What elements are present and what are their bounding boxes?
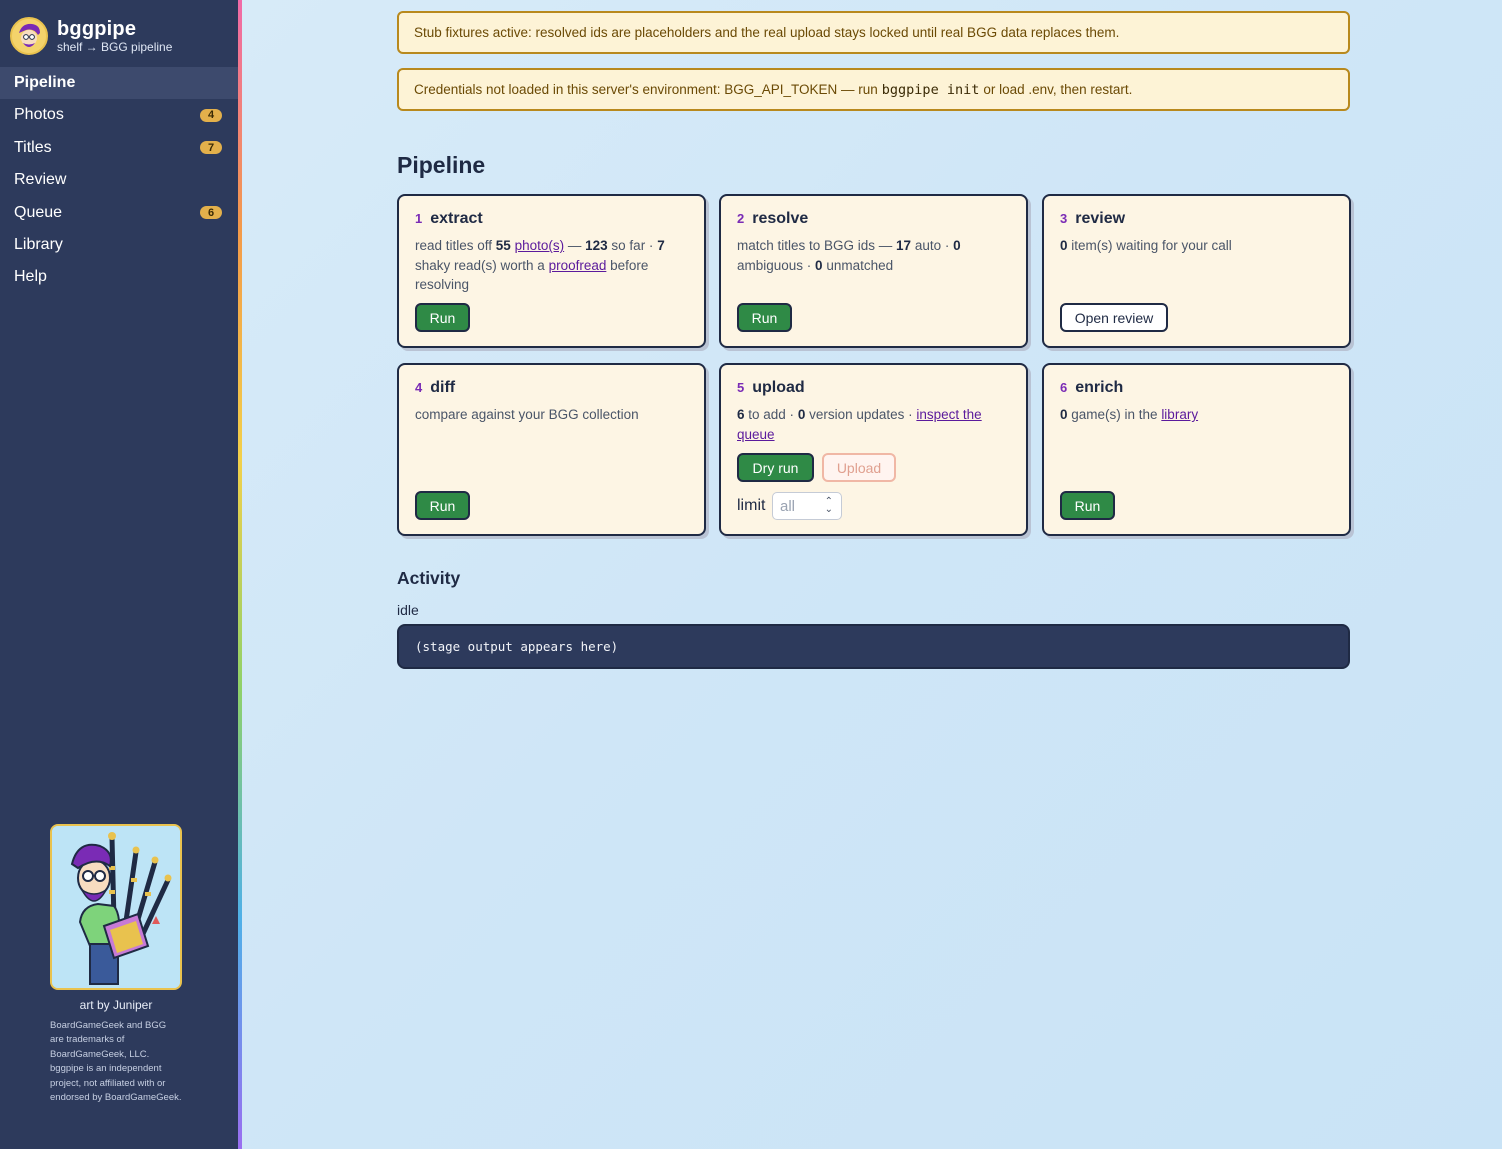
sidebar-item-label: Help — [14, 268, 47, 286]
resolve-run-button[interactable]: Run — [737, 303, 792, 332]
sidebar-item-label: Review — [14, 171, 67, 189]
limit-input[interactable]: all ⌃ ⌄ — [772, 492, 842, 520]
art-credit: art by Juniper — [79, 998, 153, 1012]
stage-title: review — [1075, 210, 1126, 227]
brand[interactable]: bggpipe shelf → BGG pipeline — [0, 0, 238, 62]
sidebar-item-review[interactable]: Review — [0, 164, 238, 196]
stage-description: 0 item(s) waiting for your call — [1060, 238, 1232, 253]
mascot-illustration — [50, 824, 182, 990]
banner-text: or load .env, then restart. — [983, 82, 1133, 97]
stub-fixtures-banner: Stub fixtures active: resolved ids are p… — [397, 11, 1350, 54]
sidebar: bggpipe shelf → BGG pipeline Pipeline Ph… — [0, 0, 238, 1149]
limit-label: limit — [737, 497, 766, 514]
banner-text: Credentials not loaded in this server's … — [414, 82, 878, 97]
stage-card-enrich: 6 enrich 0 game(s) in the library Run — [1042, 363, 1351, 536]
stage-number: 3 — [1060, 211, 1068, 226]
rainbow-divider — [238, 0, 242, 1149]
count-badge: 4 — [200, 108, 222, 122]
stage-description: 6 to add · 0 version updates · inspect t… — [737, 407, 982, 442]
proofread-link[interactable]: proofread — [549, 258, 607, 273]
sidebar-item-titles[interactable]: Titles 7 — [0, 132, 238, 164]
stage-card-review: 3 review 0 item(s) waiting for your call… — [1042, 194, 1351, 348]
activity-title: Activity — [397, 568, 461, 588]
stage-title: extract — [430, 210, 483, 227]
stage-description: read titles off 55 photo(s) — 123 so far… — [415, 238, 665, 292]
stage-card-upload: 5 upload 6 to add · 0 version updates · … — [719, 363, 1028, 536]
open-review-button[interactable]: Open review — [1060, 303, 1168, 332]
console-text: (stage output appears here) — [415, 639, 619, 654]
stage-number: 2 — [737, 211, 745, 226]
photos-link[interactable]: photo(s) — [515, 238, 565, 253]
stage-number: 1 — [415, 211, 423, 226]
diff-run-button[interactable]: Run — [415, 491, 470, 520]
stepper-icon[interactable]: ⌃ ⌄ — [825, 497, 833, 515]
stage-card-resolve: 2 resolve match titles to BGG ids — 17 a… — [719, 194, 1028, 348]
stage-title: diff — [430, 379, 456, 396]
sidebar-item-label: Photos — [14, 106, 64, 124]
stage-number: 4 — [415, 380, 423, 395]
sidebar-item-label: Titles — [14, 138, 52, 156]
sidebar-item-label: Queue — [14, 203, 63, 221]
activity-status: idle — [397, 602, 419, 618]
dry-run-button[interactable]: Dry run — [737, 453, 814, 482]
stage-number: 6 — [1060, 380, 1068, 395]
count-badge: 6 — [200, 206, 222, 220]
sidebar-item-help[interactable]: Help — [0, 261, 238, 293]
stage-description: compare against your BGG collection — [415, 407, 639, 422]
extract-run-button[interactable]: Run — [415, 303, 470, 332]
sidebar-item-pipeline[interactable]: Pipeline — [0, 67, 238, 99]
brand-logo-icon — [10, 17, 48, 55]
sidebar-item-photos[interactable]: Photos 4 — [0, 99, 238, 131]
stage-title: upload — [752, 379, 805, 396]
stage-number: 5 — [737, 380, 745, 395]
sidebar-item-label: Pipeline — [14, 74, 76, 91]
count-badge: 7 — [200, 141, 222, 155]
trademark-disclaimer: BoardGameGeek and BGG are trademarks of … — [50, 1020, 182, 1104]
sidebar-nav: Pipeline Photos 4 Titles 7 Review Queue … — [0, 67, 238, 293]
page-title: Pipeline — [397, 152, 486, 178]
limit-placeholder: all — [780, 497, 796, 515]
banner-text: Stub fixtures active: resolved ids are p… — [414, 25, 1120, 40]
sidebar-item-queue[interactable]: Queue 6 — [0, 197, 238, 229]
sidebar-item-library[interactable]: Library — [0, 229, 238, 261]
stage-description: match titles to BGG ids — 17 auto · 0 am… — [737, 238, 961, 273]
stage-card-extract: 1 extract read titles off 55 photo(s) — … — [397, 194, 706, 348]
enrich-run-button[interactable]: Run — [1060, 491, 1115, 520]
brand-title: bggpipe — [57, 18, 137, 40]
stage-card-diff: 4 diff compare against your BGG collecti… — [397, 363, 706, 536]
stage-output-console: (stage output appears here) — [397, 624, 1350, 669]
sidebar-item-label: Library — [14, 235, 63, 253]
stage-description: 0 game(s) in the library — [1060, 407, 1199, 422]
brand-subtitle: shelf → BGG pipeline — [57, 40, 173, 54]
banner-command: bggpipe init — [881, 81, 980, 98]
credentials-banner: Credentials not loaded in this server's … — [397, 68, 1350, 111]
stage-title: enrich — [1075, 379, 1124, 396]
upload-button[interactable]: Upload — [822, 453, 896, 482]
stage-title: resolve — [752, 210, 809, 227]
library-link[interactable]: library — [1161, 407, 1198, 422]
